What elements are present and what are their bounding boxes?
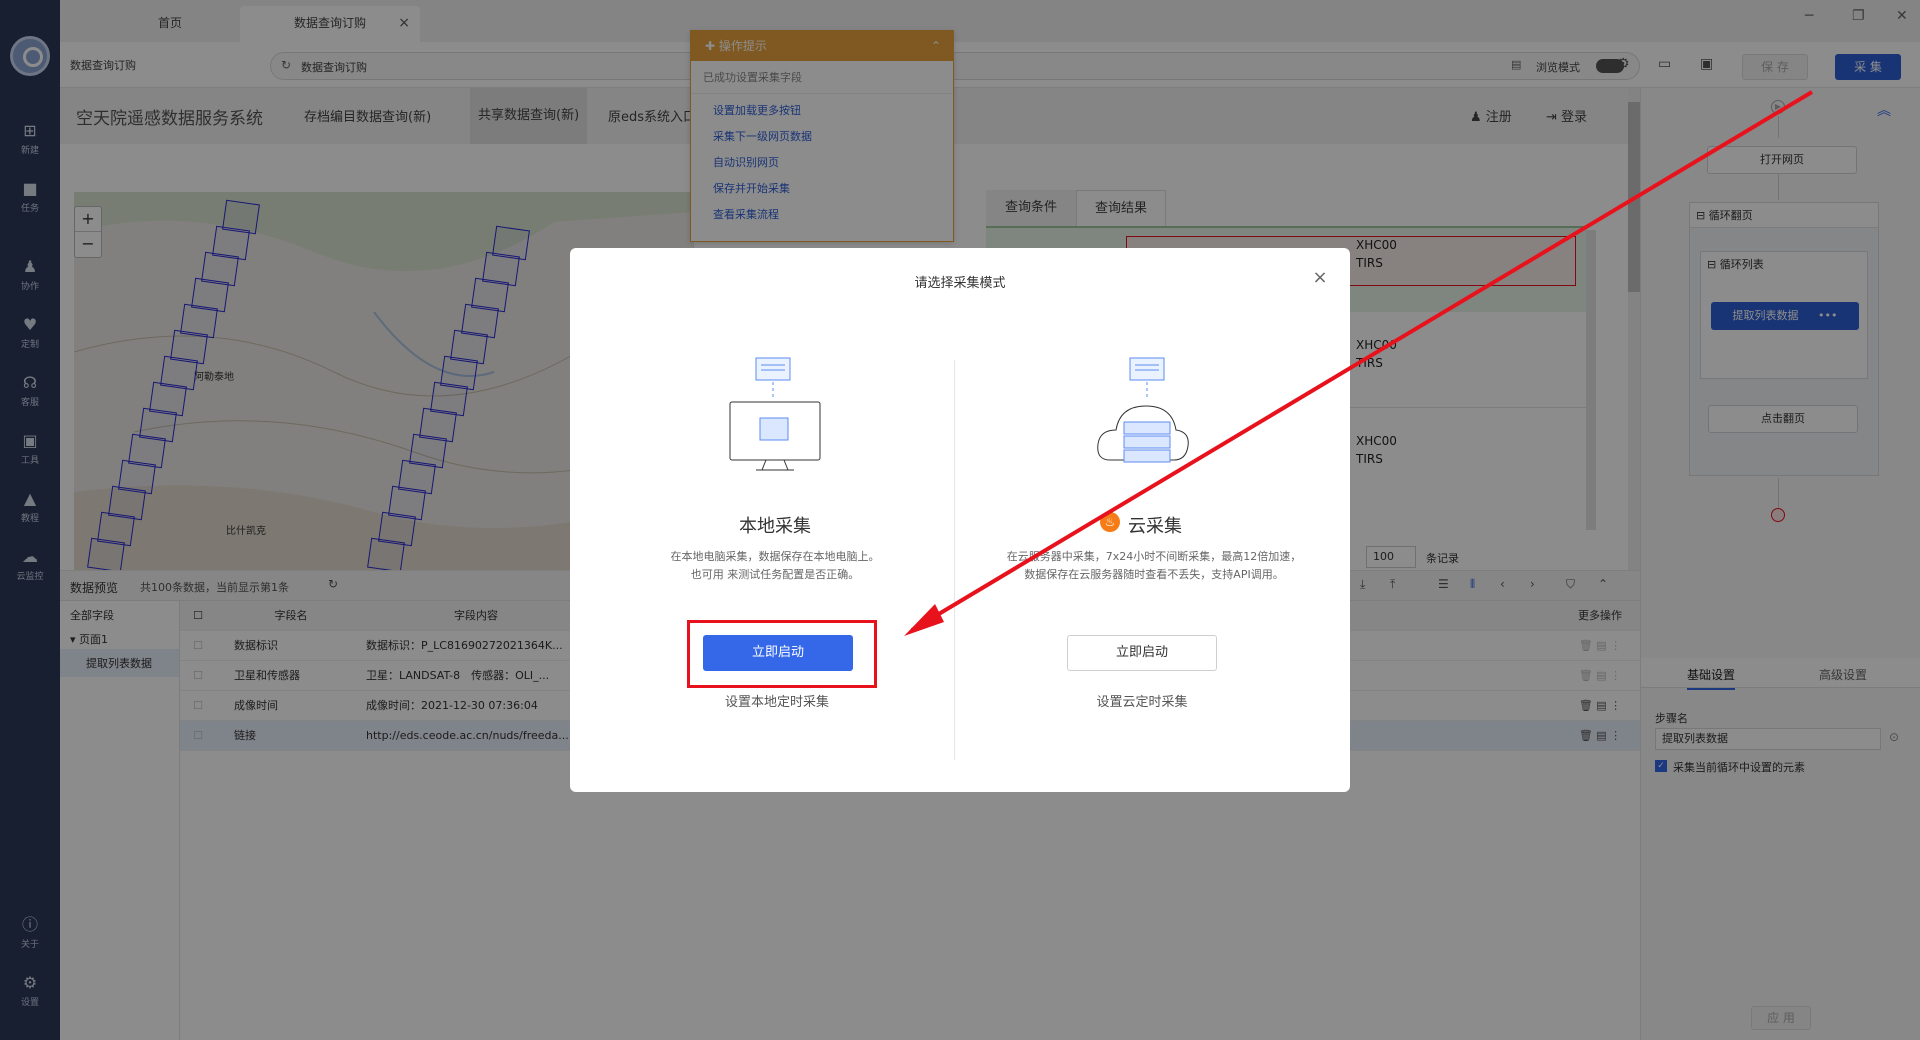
computer-illustration-icon <box>729 357 821 471</box>
dialog-title: 请选择采集模式 <box>914 276 1006 291</box>
dialog-divider <box>954 360 955 760</box>
local-title: 本地采集 <box>739 516 811 537</box>
cloud-server-illustration-icon <box>1097 357 1189 463</box>
local-desc-1: 在本地电脑采集，数据保存在本地电脑上。 <box>670 550 880 563</box>
local-start-button[interactable]: 立即启动 <box>703 635 853 671</box>
cloud-start-button[interactable]: 立即启动 <box>1067 635 1217 671</box>
local-desc-2: 也可用 来测试任务配置是否正确。 <box>690 568 860 581</box>
cloud-title: 云采集 <box>1128 516 1182 537</box>
dialog-close-icon[interactable]: × <box>1310 268 1330 288</box>
cloud-schedule-link[interactable]: 设置云定时采集 <box>1027 691 1257 710</box>
collect-mode-dialog: 请选择采集模式 × 本地采集 在本地电脑采集，数据保存在本地电脑上。 也可用 来… <box>570 248 1350 792</box>
cloud-desc-2: 数据保存在云服务器随时查看不丢失，支持API调用。 <box>1024 568 1284 581</box>
local-schedule-link[interactable]: 设置本地定时采集 <box>662 691 892 710</box>
cloud-desc-1: 在云服务器中采集，7x24小时不间断采集，最高12倍加速， <box>1006 550 1302 563</box>
